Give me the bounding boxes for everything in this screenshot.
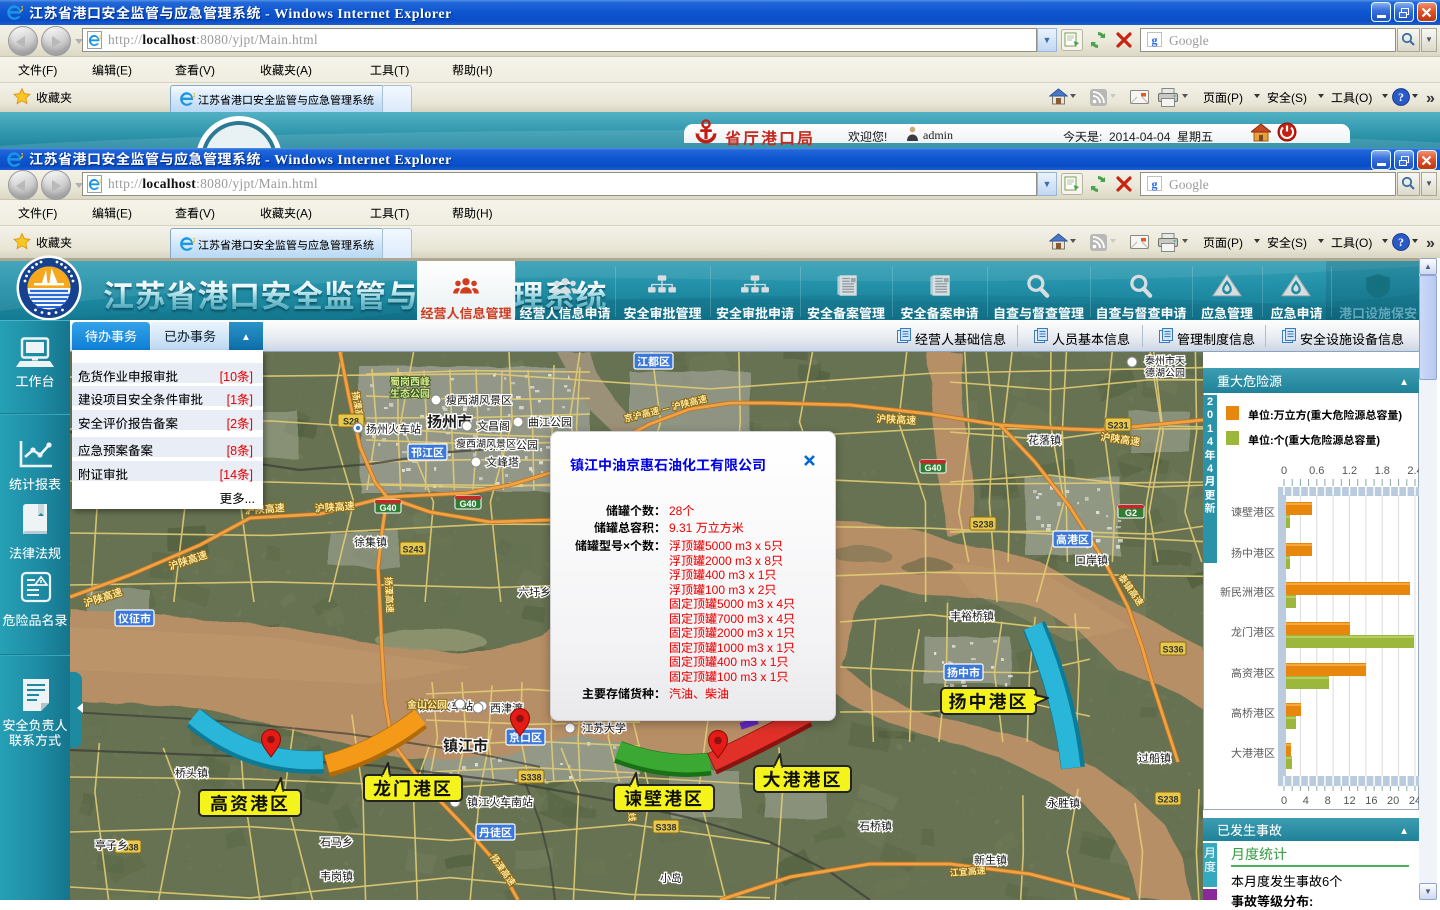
svg-text:仪征市: 仪征市 (118, 611, 151, 627)
svg-text:高港区: 高港区 (1056, 532, 1089, 548)
svg-text:文昌阁: 文昌阁 (477, 418, 510, 434)
svg-text:S231: S231 (1107, 419, 1128, 432)
svg-text:石桥镇: 石桥镇 (859, 818, 892, 834)
svg-text:20: 20 (1387, 792, 1399, 808)
svg-text:0: 0 (1281, 792, 1287, 808)
svg-text:?: ? (1398, 90, 1404, 104)
svg-text:高资港区: 高资港区 (210, 790, 290, 816)
svg-text:G40: G40 (459, 497, 476, 510)
svg-text:京口区: 京口区 (509, 730, 542, 746)
svg-text:1.8: 1.8 (1375, 462, 1390, 478)
svg-text:金山公园: 金山公园 (407, 696, 447, 711)
svg-text:S336: S336 (1162, 643, 1183, 656)
svg-text:12: 12 (1343, 792, 1355, 808)
svg-text:瘦西湖风景区: 瘦西湖风景区 (446, 392, 512, 408)
svg-text:桥头镇: 桥头镇 (175, 765, 208, 781)
svg-text:沪陕高速: 沪陕高速 (314, 497, 355, 515)
svg-text:S338: S338 (655, 821, 676, 834)
svg-text:G40: G40 (379, 501, 396, 514)
svg-text:江都区: 江都区 (637, 354, 670, 370)
svg-text:0: 0 (1281, 462, 1287, 478)
svg-text:大港港区: 大港港区 (1231, 745, 1275, 761)
svg-text:镇江火车南站: 镇江火车南站 (467, 794, 533, 810)
svg-text:S338: S338 (520, 771, 541, 784)
svg-text:小岛: 小岛 (660, 870, 682, 886)
svg-text:扬中市: 扬中市 (947, 665, 980, 681)
svg-text:丹徒区: 丹徒区 (479, 825, 512, 841)
svg-text:丰裕桥镇: 丰裕桥镇 (950, 608, 994, 624)
svg-text:邗江区: 邗江区 (411, 445, 444, 461)
svg-text:曲江公园: 曲江公园 (528, 414, 572, 430)
svg-text:文峰塔: 文峰塔 (486, 454, 519, 470)
svg-text:德湖公园: 德湖公园 (1145, 364, 1185, 379)
svg-text:扬中港区: 扬中港区 (949, 688, 1029, 714)
svg-text:S238: S238 (1157, 793, 1178, 806)
svg-text:新生镇: 新生镇 (974, 852, 1007, 868)
svg-text:花落镇: 花落镇 (1028, 432, 1061, 448)
svg-text:?: ? (1398, 235, 1404, 249)
svg-text:江苏大学: 江苏大学 (582, 720, 626, 736)
svg-text:六圩乡: 六圩乡 (518, 584, 551, 600)
svg-text:S238: S238 (972, 518, 993, 531)
svg-text:徐集镇: 徐集镇 (354, 534, 387, 550)
svg-text:口岸镇: 口岸镇 (1075, 552, 1108, 568)
svg-text:亭子乡: 亭子乡 (95, 837, 128, 853)
svg-text:大港港区: 大港港区 (763, 766, 843, 792)
svg-text:韦岗镇: 韦岗镇 (320, 868, 353, 884)
svg-text:新民洲港区: 新民洲港区 (1220, 584, 1275, 600)
svg-text:16: 16 (1365, 792, 1377, 808)
svg-text:S243: S243 (402, 543, 423, 556)
svg-text:扬州火车站: 扬州火车站 (366, 421, 421, 437)
svg-text:8: 8 (1325, 792, 1331, 808)
svg-text:谏壁港区: 谏壁港区 (624, 785, 704, 811)
svg-text:瘦西湖风景区: 瘦西湖风景区 (456, 435, 516, 450)
svg-text:4: 4 (1303, 792, 1309, 808)
svg-text:石马乡: 石马乡 (320, 834, 353, 850)
svg-text:高桥港区: 高桥港区 (1231, 705, 1275, 721)
svg-text:镇江市: 镇江市 (443, 735, 488, 756)
svg-text:扬溧高速: 扬溧高速 (382, 576, 397, 613)
svg-text:永胜镇: 永胜镇 (1047, 795, 1080, 811)
svg-text:龙门港区: 龙门港区 (1231, 624, 1275, 640)
svg-text:0.6: 0.6 (1309, 462, 1324, 478)
svg-text:24: 24 (1409, 792, 1419, 808)
svg-text:1.2: 1.2 (1342, 462, 1357, 478)
svg-text:沪陕高速: 沪陕高速 (876, 410, 917, 427)
svg-text:谏壁港区: 谏壁港区 (1231, 504, 1275, 520)
svg-text:扬中港区: 扬中港区 (1231, 545, 1275, 561)
svg-text:生态公园: 生态公园 (390, 385, 430, 400)
svg-text:龙门港区: 龙门港区 (373, 775, 453, 801)
svg-text:过船镇: 过船镇 (1138, 750, 1171, 766)
svg-text:G2: G2 (1125, 506, 1137, 519)
svg-text:2.4: 2.4 (1407, 462, 1419, 478)
svg-text:G40: G40 (924, 461, 941, 474)
svg-text:高资港区: 高资港区 (1231, 665, 1275, 681)
